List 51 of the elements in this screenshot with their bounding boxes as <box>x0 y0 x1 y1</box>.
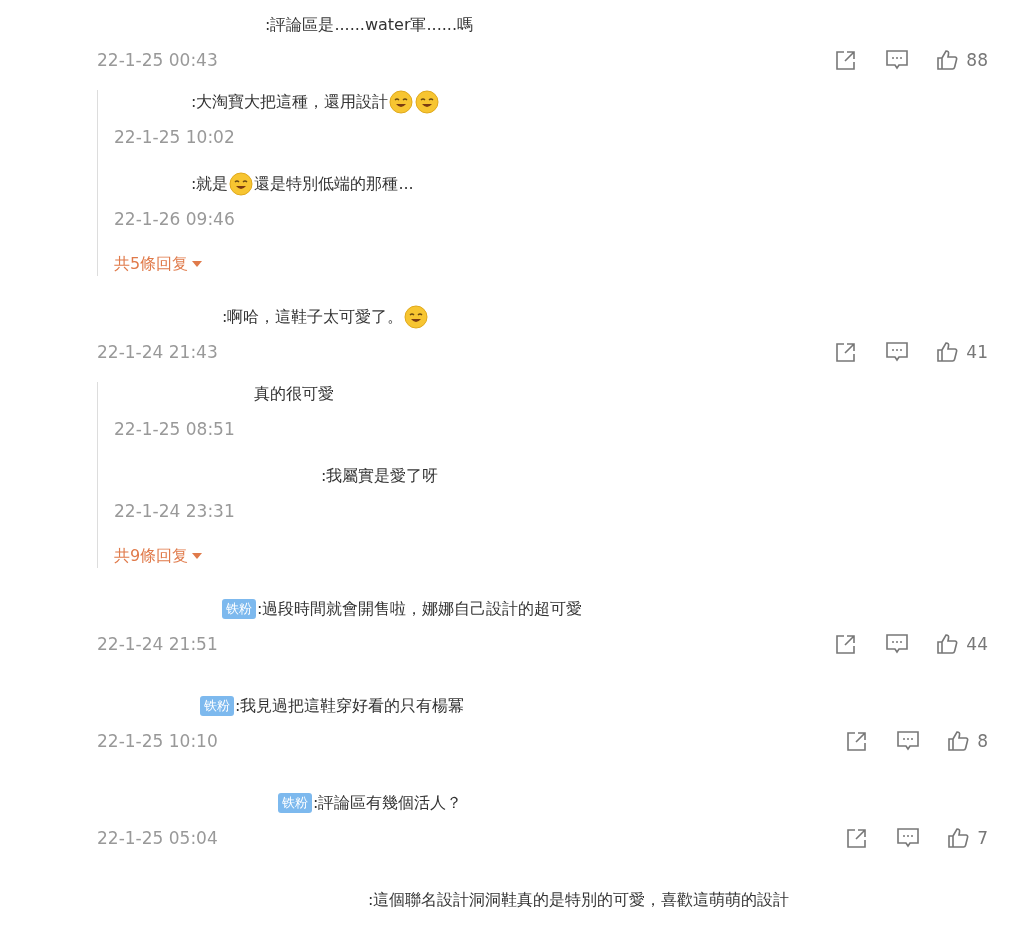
more-replies-link[interactable]: 共9條回复 <box>114 544 203 568</box>
reply-button[interactable] <box>896 730 921 752</box>
comment-text: 還是特別低端的那種... <box>254 173 414 195</box>
reply-time: 22-1-24 23:31 <box>114 501 235 521</box>
comment-time: 22-1-24 21:43 <box>97 342 218 362</box>
comment-icon <box>896 730 921 752</box>
comment-text: :評論區有幾個活人？ <box>313 792 463 814</box>
comment-icon <box>885 633 910 655</box>
reply-time: 22-1-26 09:46 <box>114 209 235 229</box>
comment-time: 22-1-24 21:51 <box>97 634 218 654</box>
comment-icon <box>885 49 910 71</box>
comment-text: :評論區是......water軍......嗎 <box>265 14 473 36</box>
fan-badge: 铁粉 <box>200 696 234 716</box>
reply-button[interactable] <box>885 341 910 363</box>
comment-text: :過段時間就會開售啦，娜娜自己設計的超可愛 <box>257 598 583 620</box>
reply-time: 22-1-25 10:02 <box>114 127 235 147</box>
comment-text: 真的很可愛 <box>254 383 334 405</box>
like-button[interactable]: 41 <box>936 341 988 363</box>
comment-time: 22-1-25 05:04 <box>97 828 218 848</box>
reply-time: 22-1-25 08:51 <box>114 419 235 439</box>
comment-text: :啊哈，這鞋子太可愛了。 <box>222 306 404 328</box>
emoji-icon <box>229 172 254 196</box>
comment-text: :大淘寶大把這種，還用設計 <box>191 91 389 113</box>
like-button[interactable]: 44 <box>936 633 988 655</box>
fan-badge: 铁粉 <box>278 793 312 813</box>
thumbs-up-icon <box>936 633 959 655</box>
emoji-icon <box>404 305 429 329</box>
caret-icon <box>192 553 203 559</box>
thumbs-up-icon <box>936 49 959 71</box>
reply-button[interactable] <box>896 827 921 849</box>
comment-text: :這個聯名設計洞洞鞋真的是特別的可愛，喜歡這萌萌的設計 <box>368 889 790 911</box>
fan-badge: 铁粉 <box>222 599 256 619</box>
comment-icon <box>885 341 910 363</box>
reply-button[interactable] <box>885 633 910 655</box>
comment-text: :我屬實是愛了呀 <box>321 465 439 487</box>
comment-text: :我見過把這鞋穿好看的只有楊冪 <box>235 695 465 717</box>
thumbs-up-icon <box>947 730 970 752</box>
thumbs-up-icon <box>936 341 959 363</box>
like-button[interactable]: 7 <box>947 827 988 849</box>
emoji-icon <box>415 90 440 114</box>
caret-icon <box>192 261 203 267</box>
like-button[interactable]: 8 <box>947 730 988 752</box>
comment-text: :就是 <box>191 173 229 195</box>
thumbs-up-icon <box>947 827 970 849</box>
comment-time: 22-1-25 00:43 <box>97 50 218 70</box>
comment-icon <box>896 827 921 849</box>
like-button[interactable]: 88 <box>936 49 988 71</box>
emoji-icon <box>389 90 414 114</box>
more-replies-link[interactable]: 共5條回复 <box>114 252 203 276</box>
comment-time: 22-1-25 10:10 <box>97 731 218 751</box>
reply-button[interactable] <box>885 49 910 71</box>
